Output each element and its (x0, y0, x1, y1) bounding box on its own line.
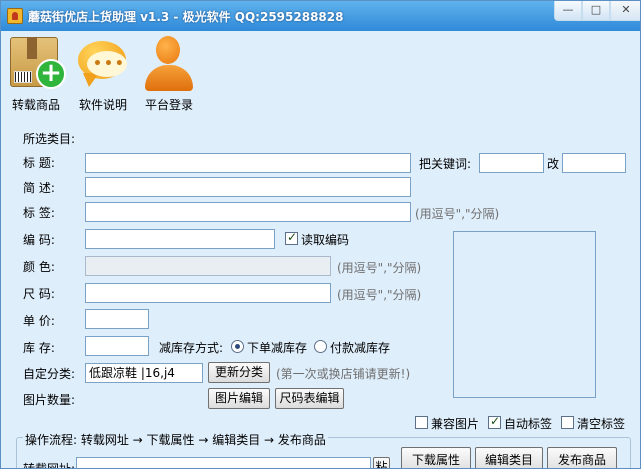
speech-bubble-icon: ••• (75, 35, 131, 91)
window-title: 蘑菇街优店上货助理 v1.3 - 极光软件 QQ:2595288828 (28, 10, 344, 24)
custom-category-label: 自定分类: (23, 367, 76, 381)
keyword-from-input[interactable] (479, 153, 544, 173)
publish-product-button[interactable]: 发布商品 (547, 447, 617, 468)
update-category-button[interactable]: 更新分类 (208, 362, 270, 383)
toolbar-label: 转载商品 (11, 98, 60, 112)
close-button[interactable]: ✕ (610, 1, 640, 21)
stock-on-order-label: 下单减库存 (247, 341, 308, 355)
image-edit-button[interactable]: 图片编辑 (208, 388, 270, 409)
toolbar-label: 软件说明 (78, 98, 127, 112)
compatible-image-label: 兼容图片 (431, 417, 480, 431)
paste-button[interactable]: 粘 (373, 457, 390, 468)
color-label: 颜 色: (23, 260, 55, 274)
auto-tag-checkbox[interactable] (488, 414, 501, 429)
price-label: 单 价: (23, 314, 55, 328)
keyword-to-label: 改 (547, 157, 560, 171)
clear-tag-checkbox[interactable] (561, 416, 574, 429)
app-icon (7, 8, 23, 24)
toolbar-transfer-product[interactable]: + 转载商品 (3, 35, 69, 113)
keyword-to-input[interactable] (562, 153, 626, 173)
read-code-label: 读取编码 (301, 233, 350, 247)
maximize-button[interactable]: □ (582, 1, 610, 21)
auto-tag-label: 自动标签 (504, 417, 553, 431)
read-code-checkbox[interactable] (285, 230, 298, 245)
code-label: 编 码: (23, 233, 55, 247)
title-bar: 蘑菇街优店上货助理 v1.3 - 极光软件 QQ:2595288828 — □ … (1, 1, 640, 31)
edit-category-button[interactable]: 编辑类目 (475, 447, 543, 468)
stock-on-payment-label: 付款减库存 (330, 341, 391, 355)
stock-on-order-radio[interactable] (231, 340, 244, 353)
user-icon (141, 35, 197, 91)
download-attributes-button[interactable]: 下载属性 (401, 447, 471, 468)
update-category-hint: (第一次或换店铺请更新!) (276, 367, 411, 381)
toolbar-label: 平台登录 (144, 98, 193, 112)
title-input[interactable] (85, 153, 411, 173)
size-table-edit-button[interactable]: 尺码表编辑 (275, 388, 344, 409)
stock-mode-label: 减库存方式: (159, 341, 224, 355)
minimize-button[interactable]: — (554, 1, 582, 21)
color-input[interactable] (85, 256, 331, 276)
compatible-image-checkbox[interactable] (415, 416, 428, 429)
url-label: 转载网址: (23, 462, 76, 469)
size-label: 尺 码: (23, 287, 55, 301)
code-input[interactable] (85, 229, 275, 249)
toolbar-platform-login[interactable]: 平台登录 (136, 35, 202, 113)
color-hint: (用逗号","分隔) (337, 261, 422, 275)
toolbar-software-info[interactable]: ••• 软件说明 (70, 35, 136, 113)
tags-label: 标 签: (23, 206, 55, 220)
image-count-label: 图片数量: (23, 393, 76, 407)
stock-on-payment-radio[interactable] (314, 340, 327, 353)
keyword-label: 把关键词: (419, 157, 472, 171)
app-window: 蘑菇街优店上货助理 v1.3 - 极光软件 QQ:2595288828 — □ … (0, 0, 641, 469)
url-input[interactable] (76, 457, 371, 468)
price-input[interactable] (85, 309, 149, 329)
tags-input[interactable] (85, 202, 411, 222)
summary-input[interactable] (85, 177, 411, 197)
title-label: 标 题: (23, 156, 55, 170)
custom-category-select[interactable]: 低跟凉鞋 |16,j4 (85, 363, 203, 383)
stock-label: 库 存: (23, 341, 55, 355)
image-preview-panel (453, 231, 596, 398)
summary-label: 简 述: (23, 181, 55, 195)
tags-hint: (用逗号","分隔) (415, 207, 500, 221)
stock-input[interactable] (85, 336, 149, 356)
selected-category-label: 所选类目: (23, 132, 76, 146)
product-box-add-icon: + (8, 35, 66, 91)
size-hint: (用逗号","分隔) (337, 288, 422, 302)
workflow-group-title: 操作流程: 转载网址 → 下载属性 → 编辑类目 → 发布商品 (23, 431, 328, 448)
size-input[interactable] (85, 283, 331, 303)
clear-tag-label: 清空标签 (577, 417, 626, 431)
